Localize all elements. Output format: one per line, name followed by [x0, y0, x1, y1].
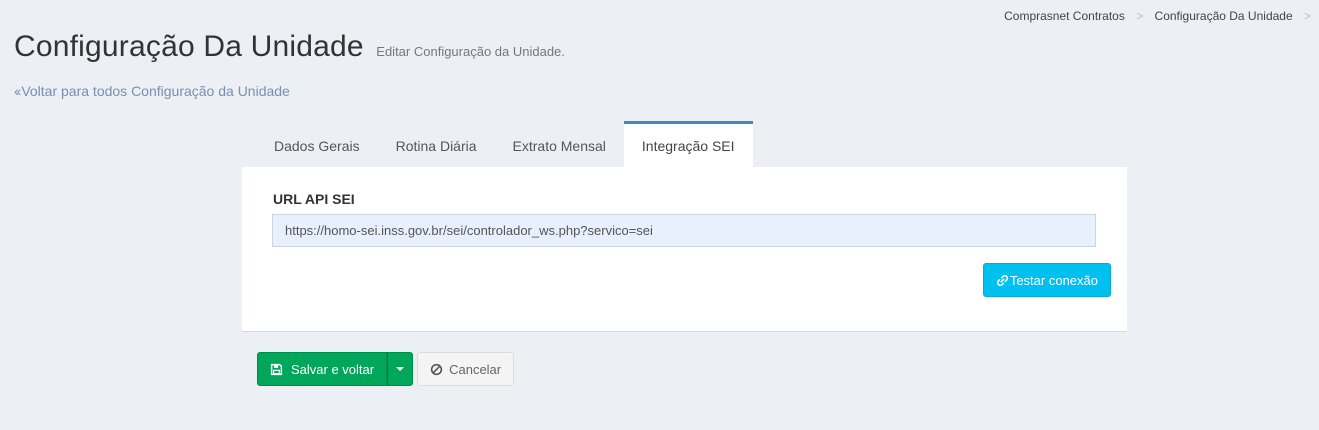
floppy-disk-icon — [270, 363, 283, 375]
save-button-group: Salvar e voltar — [257, 352, 414, 386]
test-connection-button[interactable]: Testar conexão — [982, 263, 1111, 297]
tab-integracao-sei[interactable]: Integração SEI — [623, 121, 753, 167]
link-icon — [996, 274, 1008, 286]
save-options-dropdown-toggle[interactable] — [387, 352, 414, 386]
save-and-back-label: Salvar e voltar — [291, 361, 375, 377]
tab-dados-gerais[interactable]: Dados Gerais — [242, 121, 378, 167]
form-actions: Salvar e voltar Cancelar — [257, 352, 515, 386]
page-title: Configuração Da Unidade — [14, 30, 364, 63]
tab-extrato-mensal[interactable]: Extrato Mensal — [495, 121, 624, 167]
test-connection-label: Testar conexão — [1009, 272, 1098, 288]
breadcrumb-item-comprasnet[interactable]: Comprasnet Contratos — [1004, 9, 1125, 23]
ban-icon — [430, 363, 443, 375]
back-link-label: Voltar para todos Configuração da Unidad… — [21, 83, 290, 99]
breadcrumb-separator: > — [1136, 9, 1144, 23]
page-header: Configuração Da Unidade Editar Configura… — [14, 30, 565, 64]
tab-rotina-diaria[interactable]: Rotina Diária — [378, 121, 495, 167]
tab-bar: Dados Gerais Rotina Diária Extrato Mensa… — [242, 121, 753, 167]
url-api-sei-input[interactable] — [272, 214, 1096, 247]
save-and-back-button[interactable]: Salvar e voltar — [257, 352, 388, 386]
cancel-button[interactable]: Cancelar — [417, 352, 515, 386]
caret-down-icon — [396, 367, 405, 371]
breadcrumb-separator: > — [1303, 9, 1311, 23]
back-link[interactable]: ‹‹ Voltar para todos Configuração da Uni… — [14, 83, 290, 99]
cancel-label: Cancelar — [449, 361, 502, 377]
url-api-sei-label: URL API SEI — [273, 191, 355, 207]
breadcrumb: Comprasnet Contratos > Configuração Da U… — [1004, 9, 1319, 23]
breadcrumb-item-configuracao[interactable]: Configuração Da Unidade — [1155, 9, 1293, 23]
double-chevron-left-icon: ‹‹ — [14, 83, 21, 99]
page-subtitle: Editar Configuração da Unidade. — [376, 44, 565, 59]
tab-panel-integracao-sei: URL API SEI Testar conexão — [242, 167, 1127, 332]
